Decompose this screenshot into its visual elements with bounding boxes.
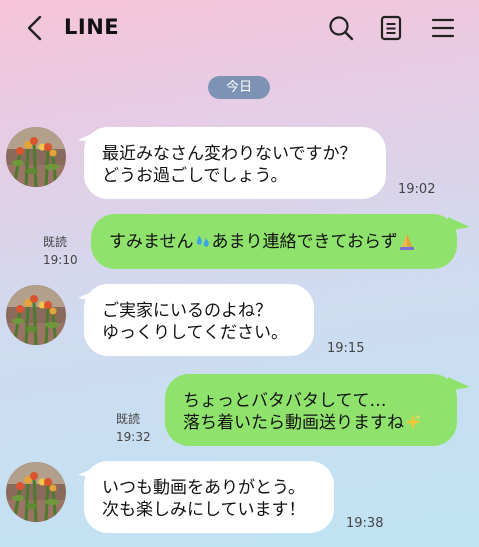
message-time: 19:32 <box>116 430 151 444</box>
read-receipt: 既読 19:32 <box>116 410 151 446</box>
message-time: 19:15 <box>327 341 365 356</box>
message-bubble-incoming[interactable]: 最近みなさん変わりないですか？ どうお過ごしでしょう。 <box>84 127 386 199</box>
read-label: 既読 <box>43 235 68 249</box>
message-bubble-incoming[interactable]: ご実家にいるのよね？ ゆっくりしてください。 <box>84 284 314 356</box>
message-text: あまり連絡できておらず <box>211 232 398 252</box>
message-text: どうお過ごしでしょう。 <box>102 166 288 186</box>
message-text: ゆっくりしてください。 <box>102 323 288 343</box>
folded-hands-icon <box>399 234 414 250</box>
message-text: ちょっとバタバタしてて… <box>183 391 387 411</box>
date-separator: 今日 <box>208 76 270 99</box>
avatar[interactable] <box>6 127 66 187</box>
message-bubble-outgoing[interactable]: すみません あまり連絡できておらず <box>91 214 457 269</box>
flower-photo-icon <box>6 127 66 187</box>
chevron-left-icon[interactable] <box>24 14 46 42</box>
flower-photo-icon <box>6 462 66 522</box>
search-icon[interactable] <box>327 14 355 42</box>
flower-photo-icon <box>6 285 66 345</box>
message-text: ご実家にいるのよね？ <box>102 301 272 321</box>
chat-title: LINE <box>64 15 120 39</box>
menu-icon[interactable] <box>429 14 457 42</box>
avatar[interactable] <box>6 285 66 345</box>
message-time: 19:02 <box>398 182 436 197</box>
read-label: 既読 <box>116 412 141 426</box>
message-text: 次も楽しみにしています！ <box>102 500 306 520</box>
message-text: 落ち着いたら動画送りますね <box>183 413 404 433</box>
message-time: 19:38 <box>346 516 384 531</box>
chat-header: LINE <box>0 0 479 56</box>
avatar[interactable] <box>6 462 66 522</box>
read-receipt: 既読 19:10 <box>43 233 78 269</box>
droplets-icon <box>196 235 209 247</box>
message-bubble-outgoing[interactable]: ちょっとバタバタしてて… 落ち着いたら動画送りますね <box>165 374 457 446</box>
notes-icon[interactable] <box>377 14 405 42</box>
message-bubble-incoming[interactable]: いつも動画をありがとう。 次も楽しみにしています！ <box>84 461 334 533</box>
message-text: すみません <box>109 232 194 252</box>
message-text: 最近みなさん変わりないですか？ <box>102 144 357 164</box>
sparkles-icon <box>405 414 421 430</box>
message-text: いつも動画をありがとう。 <box>102 478 305 498</box>
message-time: 19:10 <box>43 253 78 267</box>
